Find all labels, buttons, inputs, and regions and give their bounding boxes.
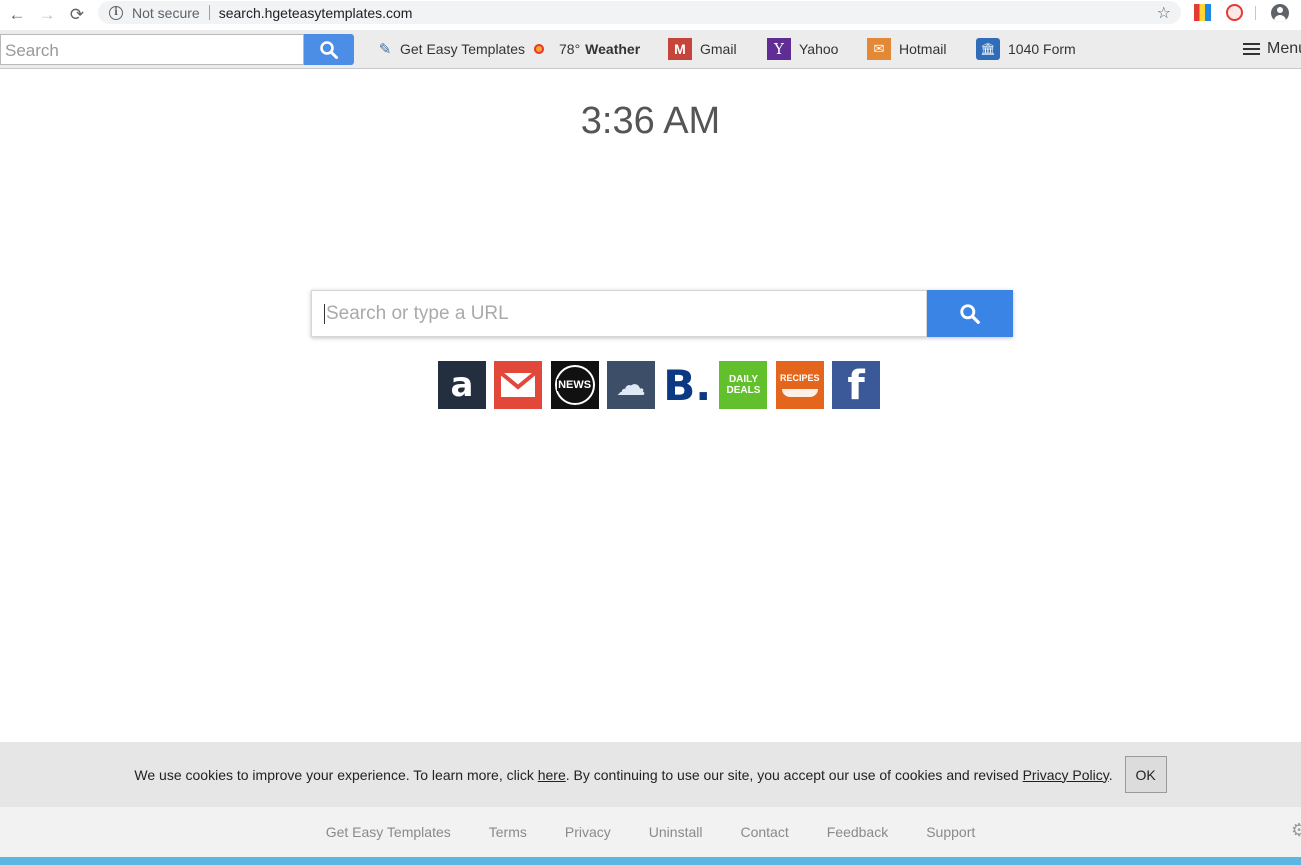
link-1040-form[interactable]: 🏛 1040 Form [976, 38, 1076, 60]
menu-button[interactable]: Menu [1243, 40, 1301, 58]
link-label: Gmail [700, 41, 737, 57]
government-building-icon: 🏛 [976, 38, 1000, 60]
extension-divider [1255, 6, 1256, 20]
recipes-tile-icon[interactable]: RECIPES [775, 361, 824, 409]
main-search-input[interactable]: Search or type a URL [311, 290, 927, 337]
footer-link-uninstall[interactable]: Uninstall [649, 824, 703, 840]
bookmark-star-icon[interactable]: ☆ [1157, 3, 1171, 23]
main-search-box: Search or type a URL [311, 290, 1013, 337]
cookie-text: We use cookies to improve your experienc… [134, 767, 1112, 783]
quick-links: a NEWS ☁ B. DAILY DEALS RECIPES f [438, 361, 888, 410]
bottom-accent-bar [0, 857, 1301, 865]
address-bar[interactable]: i Not secure search.hgeteasytemplates.co… [98, 1, 1181, 24]
link-label: Get Easy Templates [400, 41, 526, 57]
template-icon: ✎ [378, 41, 392, 58]
text-caret [324, 303, 325, 324]
facebook-tile-icon[interactable]: f [832, 361, 881, 409]
weather-temp: 78° [559, 41, 581, 57]
footer-link-get-easy-templates[interactable]: Get Easy Templates [326, 824, 451, 840]
cookie-banner: We use cookies to improve your experienc… [0, 742, 1301, 807]
omnibox-divider [208, 5, 210, 20]
back-icon[interactable]: ← [4, 3, 30, 27]
recipes-label: RECIPES [780, 373, 820, 383]
gmail-tile-icon[interactable] [494, 361, 543, 409]
footer: Get Easy Templates Terms Privacy Uninsta… [0, 807, 1301, 857]
link-hotmail[interactable]: ✉ Hotmail [867, 38, 946, 60]
info-icon[interactable]: i [109, 5, 123, 20]
daily-deals-tile-icon[interactable]: DAILY DEALS [719, 361, 768, 409]
booking-tile-icon[interactable]: B. [663, 361, 712, 410]
link-weather[interactable]: 78° Weather [534, 38, 640, 60]
main-search-placeholder: Search or type a URL [326, 303, 509, 324]
link-label: 1040 Form [1008, 41, 1076, 57]
hotmail-icon: ✉ [867, 38, 891, 60]
cookie-here-link[interactable]: here [538, 767, 566, 783]
amazon-tile-icon[interactable]: a [438, 361, 486, 409]
weather-label: Weather [585, 41, 641, 57]
gmail-icon: M [668, 38, 692, 60]
link-yahoo[interactable]: Y Yahoo [767, 38, 838, 60]
footer-link-terms[interactable]: Terms [489, 824, 527, 840]
menu-label: Menu [1267, 40, 1301, 57]
link-gmail[interactable]: M Gmail [668, 38, 737, 60]
gear-icon[interactable]: ⚙ [1291, 820, 1301, 840]
forward-icon[interactable]: → [34, 3, 60, 27]
extension-toolbar: Search ✎ Get Easy Templates 78° Weather … [0, 30, 1301, 69]
privacy-policy-link[interactable]: Privacy Policy [1023, 767, 1109, 783]
toolbar-search-input[interactable]: Search [0, 34, 304, 65]
cookie-ok-button[interactable]: OK [1124, 756, 1167, 793]
yahoo-icon: Y [767, 38, 791, 60]
footer-link-support[interactable]: Support [926, 824, 975, 840]
footer-link-feedback[interactable]: Feedback [827, 824, 888, 840]
profile-avatar-icon[interactable] [1271, 4, 1289, 22]
browser-chrome: ← → ⟳ i Not secure search.hgeteasytempla… [0, 0, 1301, 30]
cookie-text-part: . [1108, 766, 1113, 783]
weather-tile-icon[interactable]: ☁ [606, 361, 655, 409]
url-text[interactable]: search.hgeteasytemplates.com [219, 5, 413, 21]
news-label: NEWS [557, 379, 593, 391]
search-icon [320, 40, 338, 59]
extension-red-icon[interactable] [1226, 4, 1243, 21]
clock: 3:36 AM [580, 100, 721, 142]
envelope-icon [500, 372, 537, 397]
footer-link-privacy[interactable]: Privacy [565, 824, 611, 840]
weather-sun-icon [534, 44, 544, 54]
cookie-text-part: . By continuing to use our site, you acc… [565, 766, 1023, 783]
cookie-text-part: We use cookies to improve your experienc… [134, 766, 538, 783]
plate-icon [781, 389, 818, 397]
news-tile-icon[interactable]: NEWS [550, 361, 599, 409]
link-label: Yahoo [799, 41, 839, 57]
extension-colorful-icon[interactable] [1194, 4, 1211, 21]
hamburger-icon [1243, 40, 1260, 58]
cloud-icon: ☁ [615, 368, 646, 402]
toolbar-search-button[interactable] [304, 34, 354, 65]
search-icon [960, 303, 980, 324]
link-get-easy-templates[interactable]: ✎ Get Easy Templates [377, 38, 525, 60]
main-search-button[interactable] [927, 290, 1013, 337]
security-label[interactable]: Not secure [132, 5, 200, 21]
link-label: Hotmail [899, 41, 947, 57]
footer-link-contact[interactable]: Contact [740, 824, 788, 840]
reload-icon[interactable]: ⟳ [64, 3, 90, 27]
